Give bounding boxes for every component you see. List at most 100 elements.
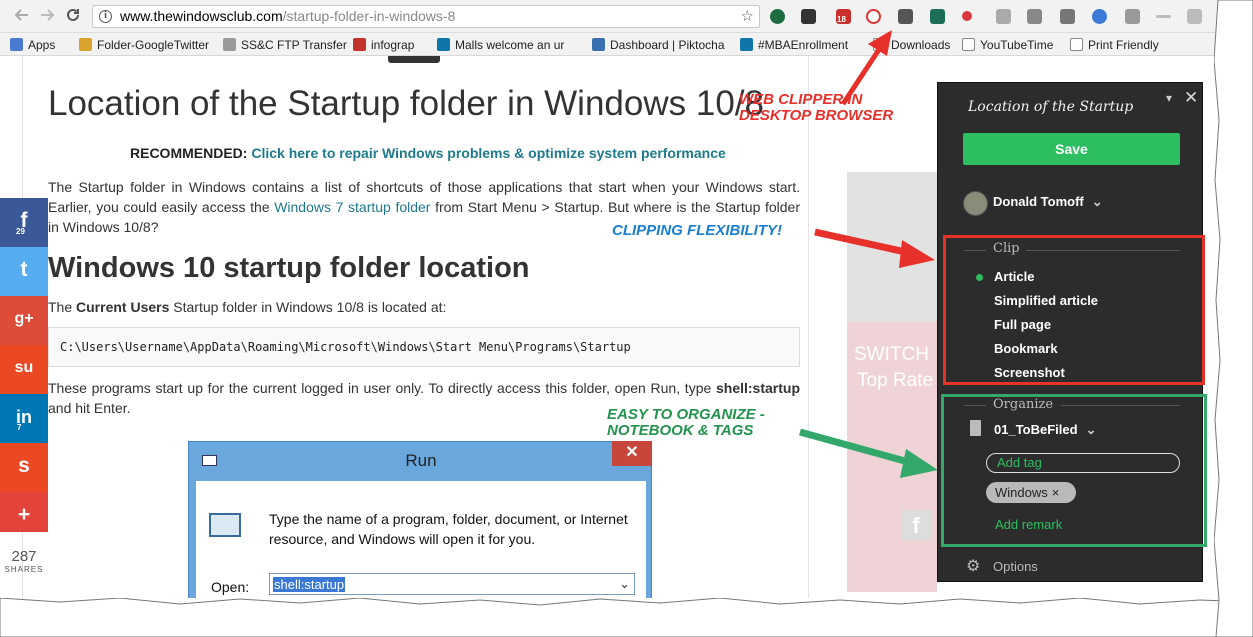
callout-line: WEB CLIPPER IN — [739, 91, 863, 108]
user-name: Donald Tomoff — [993, 194, 1084, 209]
extension-layers-icon[interactable] — [801, 9, 816, 24]
share-twitter-button[interactable]: t — [0, 247, 48, 296]
recommended-link[interactable]: Click here to repair Windows problems & … — [251, 145, 725, 161]
page-right-border — [808, 56, 809, 616]
run-dialog-title: Run — [405, 451, 437, 470]
bookmark-label: SS&C FTP Transfer — [241, 38, 347, 52]
share-facebook-button[interactable]: f 29 — [0, 198, 48, 247]
open-input[interactable]: shell:startup ⌄ — [269, 573, 635, 595]
run-close-button[interactable]: ✕ — [612, 441, 652, 466]
forward-button[interactable] — [37, 6, 57, 26]
page-icon — [962, 38, 975, 51]
program-icon — [209, 513, 241, 537]
organize-callout: EASY TO ORGANIZE - NOTEBOOK & TAGS — [607, 407, 765, 439]
bookmark-folder-googletwitter[interactable]: Folder-GoogleTwitter — [79, 37, 209, 53]
close-icon[interactable]: ✕ — [1184, 88, 1198, 108]
infograp-icon — [353, 38, 366, 51]
share-google-plus-button[interactable]: g+ — [0, 296, 48, 345]
extension-square-icon[interactable] — [1027, 9, 1042, 24]
extension-shield-icon[interactable] — [770, 9, 785, 24]
share-stumbleupon-button[interactable]: su — [0, 345, 48, 394]
recommended-label: RECOMMENDED: — [130, 145, 248, 161]
linkedin-icon — [740, 38, 753, 51]
facebook-icon[interactable]: f — [901, 510, 931, 540]
bookmark-label: Print Friendly — [1088, 38, 1159, 52]
plus-icon: + — [17, 503, 31, 526]
apps-grid-icon — [10, 38, 23, 51]
extension-grid-icon[interactable] — [1060, 9, 1075, 24]
text: These programs start up for the current … — [48, 380, 716, 396]
social-share-bar: f 29 t g+ su in 7 s + — [0, 198, 48, 532]
bookmark-dashboard[interactable]: Dashboard | Piktocha — [592, 37, 725, 53]
close-icon: ✕ — [625, 444, 639, 461]
clip-title[interactable]: Location of the Startup — [968, 99, 1133, 115]
bookmark-label: infograp — [371, 38, 415, 52]
share-linkedin-button[interactable]: in 7 — [0, 394, 48, 443]
evernote-elephant-icon[interactable] — [898, 9, 913, 24]
share-stumble-button[interactable]: s — [0, 443, 48, 492]
pin-icon[interactable]: ▾ — [1166, 91, 1172, 105]
extension-feedly-icon[interactable] — [1125, 9, 1140, 24]
bookmark-label: Folder-GoogleTwitter — [97, 38, 210, 52]
linkedin-count: 7 — [17, 423, 22, 432]
text: The — [48, 299, 77, 315]
bookmark-label: YouTubeTime — [980, 38, 1054, 52]
extension-circle-icon[interactable] — [866, 9, 881, 24]
bookmark-downloads[interactable]: Downloads — [873, 37, 950, 53]
extension-g-icon[interactable] — [1187, 9, 1202, 24]
extension-people-icon[interactable] — [996, 9, 1011, 24]
section-heading: Windows 10 startup folder location — [48, 252, 530, 284]
info-icon[interactable]: i — [99, 10, 112, 23]
extension-menu-icon[interactable] — [1156, 15, 1171, 18]
torn-edge-right — [1214, 0, 1253, 637]
bookmark-youtubetime[interactable]: YouTubeTime — [962, 37, 1053, 53]
address-bar[interactable]: i www.thewindowsclub.com/startup-folder-… — [92, 5, 760, 28]
share-label: SHARES — [4, 565, 44, 574]
bookmark-label: Downloads — [891, 38, 951, 52]
bookmark-malls[interactable]: Malls welcome an ur — [437, 37, 564, 53]
browser-toolbar: i www.thewindowsclub.com/startup-folder-… — [0, 0, 1253, 33]
callout-line: NOTEBOOK & TAGS — [607, 422, 754, 439]
extension-dots-icon[interactable] — [962, 11, 972, 21]
bookmark-mbaenrollment[interactable]: #MBAEnrollment — [740, 37, 848, 53]
gear-icon[interactable]: ⚙ — [966, 556, 980, 576]
open-input-value: shell:startup — [273, 577, 346, 592]
bookmark-apps[interactable]: Apps — [10, 37, 55, 53]
text: Startup folder in Windows 10/8 is locate… — [169, 299, 447, 315]
piktochart-icon — [592, 38, 605, 51]
back-button[interactable] — [12, 6, 32, 26]
save-button[interactable]: Save — [963, 133, 1180, 165]
avatar — [963, 191, 988, 216]
clip-highlight-box — [943, 235, 1205, 385]
facebook-count: 29 — [16, 227, 25, 236]
bookmark-infograp[interactable]: infograp — [353, 37, 414, 53]
page-top-tab — [388, 56, 440, 63]
extension-badge: 18 — [837, 15, 846, 24]
share-more-button[interactable]: + — [0, 492, 48, 532]
arrow-right-icon — [41, 9, 55, 21]
run-message: Type the name of a program, folder, docu… — [269, 511, 628, 547]
options-link[interactable]: Options — [993, 559, 1038, 574]
extension-calendar-icon[interactable]: 18 — [836, 9, 851, 24]
bookmark-ssc-ftp[interactable]: SS&C FTP Transfer — [223, 37, 347, 53]
text: and hit Enter. — [48, 400, 131, 416]
account-selector[interactable]: Donald Tomoff ⌄ — [993, 194, 1103, 210]
torn-edge-bottom — [0, 598, 1253, 637]
recommended-line: RECOMMENDED: Click here to repair Window… — [130, 145, 726, 161]
chevron-down-icon: ⌄ — [1091, 194, 1103, 209]
windows7-startup-link[interactable]: Windows 7 startup folder — [274, 199, 430, 215]
stumbleupon-icon: su — [14, 359, 34, 376]
bookmark-label: Malls welcome an ur — [455, 38, 565, 52]
bookmark-label: Dashboard | Piktocha — [610, 38, 725, 52]
ad-image — [847, 172, 937, 322]
shell-startup-bold: shell:startup — [715, 380, 800, 396]
extension-compass-icon[interactable] — [1092, 9, 1107, 24]
web-clipper-callout: WEB CLIPPER IN DESKTOP BROWSER — [739, 92, 893, 124]
extension-check-icon[interactable] — [930, 9, 945, 24]
bookmark-print-friendly[interactable]: Print Friendly — [1070, 37, 1159, 53]
star-icon[interactable]: ☆ — [741, 6, 754, 27]
callout-line: DESKTOP BROWSER — [739, 107, 894, 124]
reload-button[interactable] — [63, 6, 83, 26]
chevron-down-icon[interactable]: ⌄ — [619, 576, 630, 592]
share-total: 287 — [11, 548, 37, 565]
